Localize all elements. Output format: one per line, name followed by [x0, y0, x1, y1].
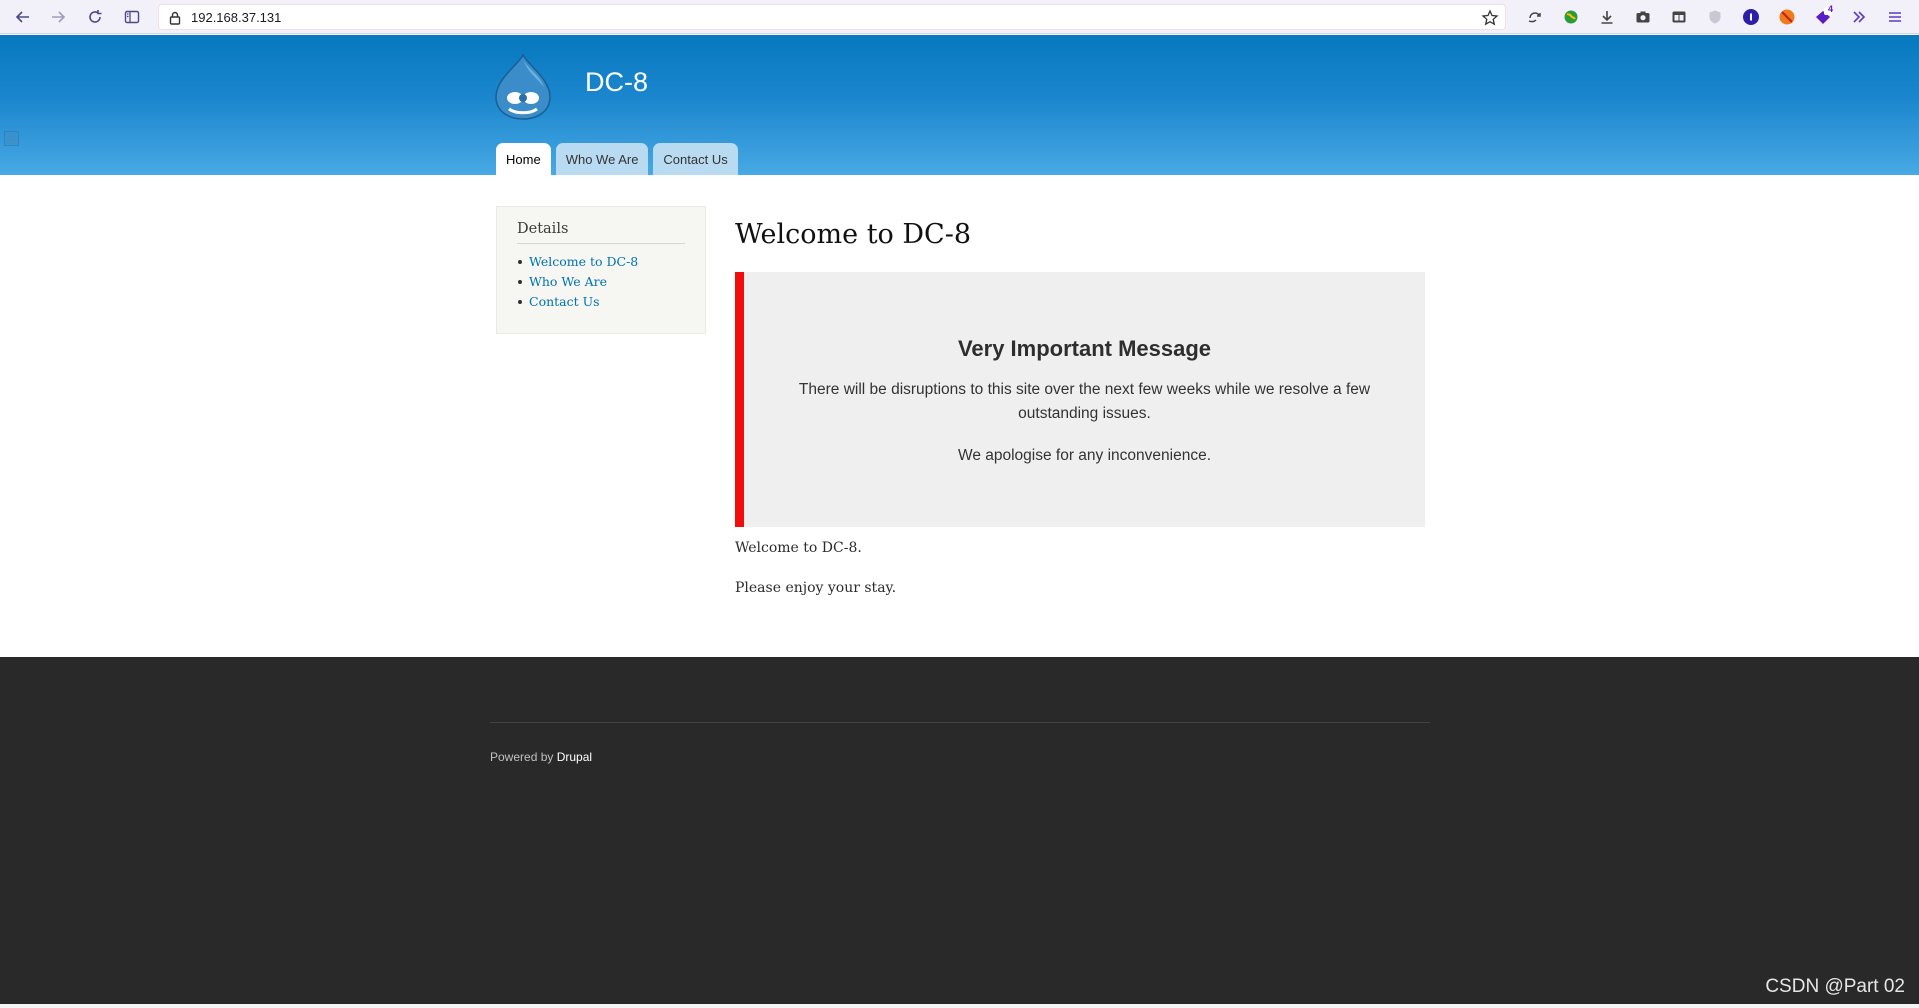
url-text[interactable]: 192.168.37.131 [191, 10, 281, 25]
sidebar-item-contact-us[interactable]: Contact Us [517, 292, 685, 312]
browser-toolbar: 192.168.37.131 4 [0, 0, 1919, 34]
extension-badge-count: 4 [1827, 4, 1833, 14]
welcome-paragraph: Welcome to DC-8. [735, 540, 862, 556]
message-line-apology: We apologise for any inconvenience. [957, 447, 1212, 464]
download-icon[interactable] [1596, 6, 1618, 28]
drupal-link[interactable]: Drupal [557, 750, 592, 764]
edge-handle[interactable] [4, 131, 19, 146]
bottom-strip [0, 1004, 1919, 1008]
star-icon[interactable] [1481, 9, 1499, 27]
powered-by-label: Powered by [490, 750, 557, 764]
powered-by: Powered by Drupal [490, 750, 592, 764]
sidebar-title: Details [517, 221, 685, 244]
forward-icon[interactable] [46, 5, 70, 29]
sidebar-item-welcome[interactable]: Welcome to DC-8 [517, 252, 685, 272]
site-header: DC-8 Home Who We Are Contact Us [0, 35, 1919, 175]
drupal-logo-icon[interactable] [492, 53, 554, 121]
more-tools-icon[interactable] [1848, 6, 1870, 28]
blocker-icon[interactable] [1776, 6, 1798, 28]
footer-divider [490, 722, 1430, 723]
container-icon[interactable] [1668, 6, 1690, 28]
sidebar-icon[interactable] [120, 5, 144, 29]
address-bar[interactable]: 192.168.37.131 [158, 4, 1506, 30]
back-icon[interactable] [11, 5, 35, 29]
sidebar-item-who-we-are[interactable]: Who We Are [517, 272, 685, 292]
enjoy-paragraph: Please enjoy your stay. [735, 580, 897, 596]
important-message-box: Very Important Message There will be dis… [735, 272, 1425, 527]
message-line-disruptions: There will be disruptions to this site o… [798, 381, 1371, 422]
globe-extension-icon[interactable] [1560, 6, 1582, 28]
sync-icon[interactable] [1524, 6, 1546, 28]
message-heading: Very Important Message [957, 336, 1212, 361]
sidebar-menu: Welcome to DC-8 Who We Are Contact Us [517, 252, 685, 312]
tab-contact-us[interactable]: Contact Us [653, 143, 738, 175]
main-menu-tabs: Home Who We Are Contact Us [496, 143, 738, 175]
reload-icon[interactable] [83, 5, 107, 29]
onepassword-icon[interactable] [1740, 6, 1762, 28]
site-name[interactable]: DC-8 [585, 67, 648, 98]
watermark-text: CSDN @Part 02 [1765, 976, 1905, 997]
screenshot-icon[interactable] [1632, 6, 1654, 28]
shield-icon[interactable] [1704, 6, 1726, 28]
tab-who-we-are[interactable]: Who We Are [555, 143, 649, 175]
menu-icon[interactable] [1884, 6, 1906, 28]
page-title: Welcome to DC-8 [735, 219, 971, 250]
sidebar-details-block: Details Welcome to DC-8 Who We Are Conta… [496, 206, 706, 334]
tab-home[interactable]: Home [496, 143, 551, 175]
site-footer: Powered by Drupal CSDN @Part 02 [0, 657, 1919, 1008]
lock-icon[interactable] [167, 10, 183, 26]
badge-extension-icon[interactable]: 4 [1812, 4, 1834, 28]
